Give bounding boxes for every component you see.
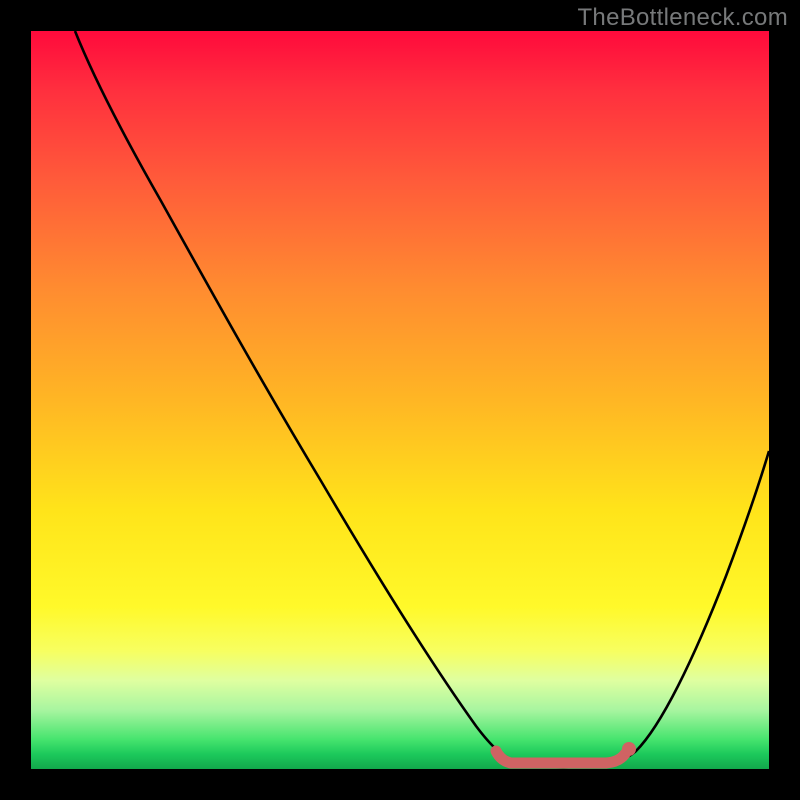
- curve-layer: [31, 31, 769, 769]
- optimal-band-line: [496, 751, 625, 763]
- plot-area: [31, 31, 769, 769]
- chart-frame: TheBottleneck.com: [0, 0, 800, 800]
- watermark-text: TheBottleneck.com: [577, 4, 788, 32]
- bottleneck-curve: [75, 31, 769, 767]
- optimal-band-end-dot: [622, 742, 636, 756]
